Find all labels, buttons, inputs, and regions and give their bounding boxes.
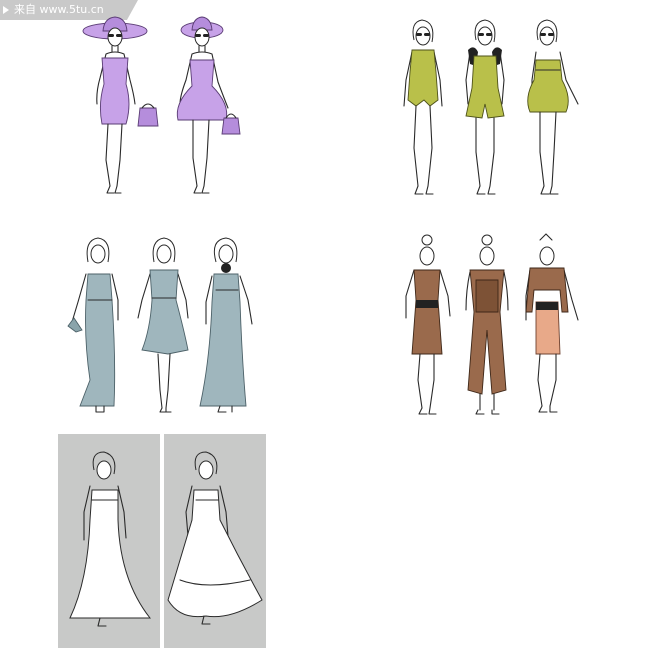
figure-blue-2 (137, 237, 189, 413)
figure-brown-3 (525, 233, 579, 413)
figure-blue-3 (199, 237, 253, 413)
figure-olive-3 (527, 19, 579, 195)
fashion-illustration: .ol { fill:none; stroke:#2a2a2a; stroke-… (58, 16, 579, 648)
figure-purple-2 (176, 16, 241, 194)
figure-olive-2 (465, 19, 505, 195)
figure-olive-1 (403, 19, 443, 195)
figure-blue-1 (67, 237, 119, 413)
figure-purple-1 (82, 16, 159, 194)
figure-brown-1 (405, 234, 451, 415)
figure-brown-2 (465, 234, 509, 415)
